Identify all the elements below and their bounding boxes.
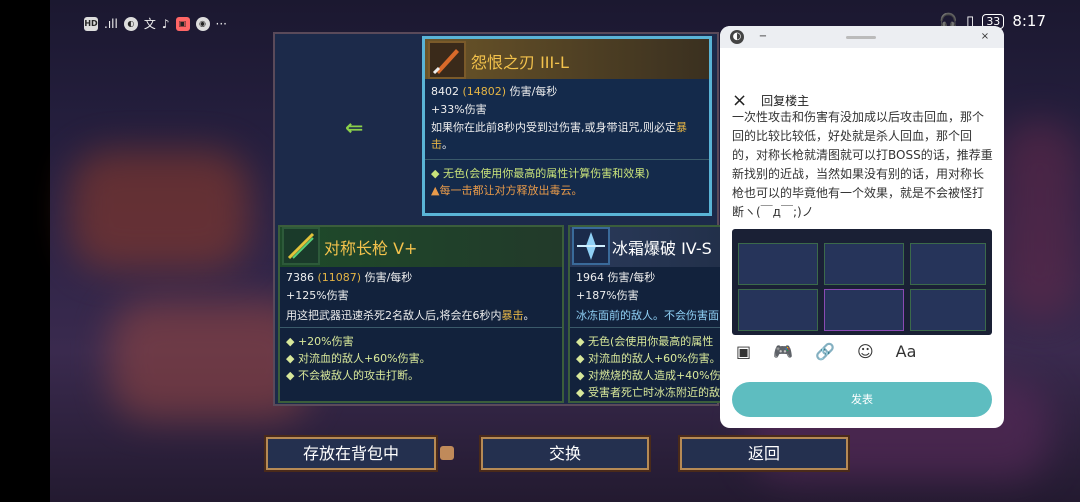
damage-bonus: +125%伤害 — [286, 289, 349, 302]
item-bullets: ◆ 无色(会使用你最高的属性 ◆ 对流血的敌人+60%伤害。 ◆ 对燃烧的敌人造… — [576, 333, 720, 401]
damage-bonus: +187%伤害 — [576, 289, 639, 302]
dialog-topbar: ◐ − × — [720, 26, 1004, 48]
send-button[interactable]: 发表 — [732, 382, 992, 417]
gamepad-icon[interactable]: 🎮 — [773, 342, 793, 361]
desc-highlight: 暴击 — [501, 309, 524, 322]
dps-bonus: (11087) — [317, 271, 362, 284]
item-card-right[interactable]: 冰霜爆破 IV-S 1964 伤害/每秒 +187%伤害 冰冻面前的敌人。不会伤… — [568, 225, 720, 403]
app-icon-3: ▣ — [175, 16, 190, 31]
mini-card — [738, 289, 818, 331]
minimize-icon[interactable]: ◐ — [730, 30, 744, 44]
back-button[interactable]: 返回 — [680, 437, 848, 470]
item-dps: 7386 (11087) 伤害/每秒 — [286, 269, 412, 285]
bullet-item: ◆ 对流血的敌人+60%伤害。 — [576, 352, 720, 365]
dps-value: 8402 — [431, 85, 459, 98]
app-icon-4: ◉ — [195, 16, 210, 31]
dps-bonus: (14802) — [462, 85, 507, 98]
bullet-item: ◆ 受害者死亡时冰冻附近的敌 — [576, 386, 720, 399]
mini-card — [910, 243, 986, 285]
back-arrow-icon[interactable]: ⇐ — [345, 116, 363, 141]
bullet-item: ◆ 对燃烧的敌人造成+40%伤 — [576, 369, 720, 382]
dps-unit: 伤害/每秒 — [607, 271, 656, 284]
bullet-item: ◆ +20%伤害 — [286, 335, 354, 348]
blade-icon — [428, 41, 466, 79]
swap-button[interactable]: 交换 — [481, 437, 649, 470]
spear-icon — [282, 227, 320, 265]
desc-text: 如果你在此前8秒内受到过伤害,或身带诅咒,则必定 — [431, 121, 676, 134]
dps-unit: 伤害/每秒 — [364, 271, 413, 284]
close-window-icon[interactable]: × — [978, 30, 992, 44]
link-icon[interactable]: 🔗 — [815, 342, 835, 361]
dps-unit: 伤害/每秒 — [509, 85, 558, 98]
card-header — [280, 227, 562, 267]
desc-end: 。 — [442, 138, 453, 151]
clock: 8:17 — [1012, 12, 1046, 30]
image-icon[interactable]: ▣ — [736, 342, 751, 361]
mini-card — [910, 289, 986, 331]
emoji-icon[interactable]: ☺ — [857, 342, 874, 361]
bullet-item: ◆ 无色(会使用你最高的属性 — [576, 335, 714, 348]
item-description: 如果你在此前8秒内受到过伤害,或身带诅咒,则必定暴击。 — [431, 119, 703, 153]
item-bullets: ◆ 无色(会使用你最高的属性计算伤害和效果) ▲每一击都让对方释放出毒云。 — [431, 165, 703, 199]
item-description: 用这把武器迅速杀死2名敌人后,将会在6秒内暴击。 — [286, 307, 556, 324]
hd-icon: HD — [84, 16, 98, 31]
mini-card — [824, 289, 904, 331]
divider — [280, 327, 562, 328]
dps-value: 1964 — [576, 271, 604, 284]
app-icon-2: 文 — [143, 17, 156, 31]
signal-icon: .ıll — [104, 16, 118, 31]
item-name: 怨恨之刃 III-L — [471, 53, 569, 72]
mini-card — [824, 243, 904, 285]
item-dps: 1964 伤害/每秒 — [576, 269, 655, 285]
damage-bonus: +33%伤害 — [431, 103, 487, 116]
collapse-icon[interactable]: − — [756, 30, 770, 44]
mini-card — [738, 243, 818, 285]
store-in-backpack-button[interactable]: 存放在背包中 — [266, 437, 436, 470]
bullet-item: ◆ 不会被敌人的攻击打断。 — [286, 369, 419, 382]
drag-handle[interactable] — [846, 36, 876, 39]
item-name: 对称长枪 V+ — [324, 239, 418, 258]
item-dps: 8402 (14802) 伤害/每秒 — [431, 83, 557, 99]
bag-icon — [440, 446, 454, 460]
more-icon: ··· — [215, 16, 227, 31]
bullet-item: ◆ 无色(会使用你最高的属性计算伤害和效果) — [431, 167, 650, 180]
bullet-item: ▲每一击都让对方释放出毒云。 — [431, 184, 583, 197]
dialog-title: 回复楼主 — [761, 94, 810, 108]
text-format-icon[interactable]: Aa — [896, 342, 917, 361]
reply-dialog: ◐ − × × 回复楼主 一次性攻击和伤害有没加成以后攻击回血，那个回的比较比较… — [720, 26, 1004, 428]
divider — [570, 327, 720, 328]
selected-item-card[interactable]: 怨恨之刃 III-L 8402 (14802) 伤害/每秒 +33%伤害 如果你… — [422, 36, 712, 216]
reply-body[interactable]: 一次性攻击和伤害有没加成以后攻击回血，那个回的比较比较低，好处就是杀人回血，那个… — [732, 108, 994, 222]
frost-icon — [572, 227, 610, 265]
app-icon-1: ◐ — [123, 16, 138, 31]
dps-value: 7386 — [286, 271, 314, 284]
status-left: HD .ıll ◐ 文 ♪ ▣ ◉ ··· — [84, 15, 227, 32]
tiktok-icon: ♪ — [161, 16, 170, 31]
item-name: 冰霜爆破 IV-S — [612, 239, 712, 258]
desc-text: 用这把武器迅速杀死2名敌人后,将会在6秒内 — [286, 309, 502, 322]
bullet-item: ◆ 对流血的敌人+60%伤害。 — [286, 352, 431, 365]
desc-end: 。 — [523, 309, 535, 322]
composer-toolbar: ▣ 🎮 🔗 ☺ Aa — [736, 342, 916, 361]
attached-screenshot[interactable] — [732, 229, 992, 335]
item-bullets: ◆ +20%伤害 ◆ 对流血的敌人+60%伤害。 ◆ 不会被敌人的攻击打断。 — [286, 333, 556, 384]
item-description: 冰冻面前的敌人。不会伤害面 — [576, 309, 719, 322]
divider — [425, 159, 709, 160]
item-card-left[interactable]: 对称长枪 V+ 7386 (11087) 伤害/每秒 +125%伤害 用这把武器… — [278, 225, 564, 403]
